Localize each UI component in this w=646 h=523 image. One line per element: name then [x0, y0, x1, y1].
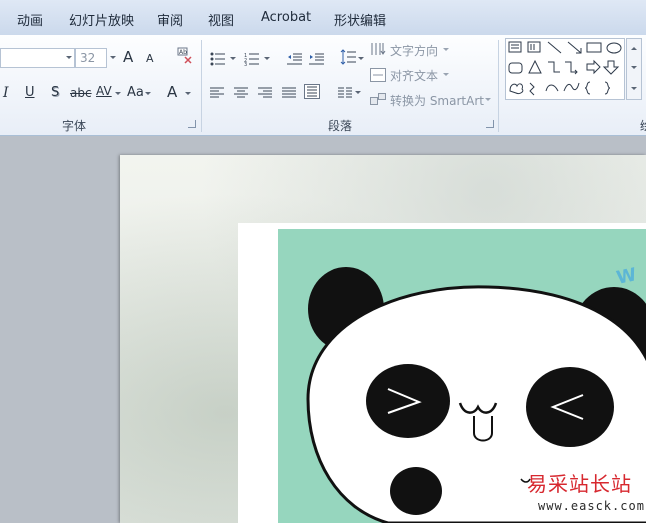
chevron-down-icon[interactable]: [358, 57, 364, 60]
columns-icon[interactable]: [338, 85, 352, 104]
underline-button[interactable]: U: [25, 85, 35, 100]
numbering-icon[interactable]: 123: [244, 51, 260, 70]
chevron-down-icon[interactable]: [485, 98, 491, 101]
text-direction-button[interactable]: 文字方向: [390, 42, 438, 59]
gallery-more-icon[interactable]: [631, 87, 637, 90]
font-dialog-launcher[interactable]: [188, 120, 196, 128]
font-color-button[interactable]: A: [167, 83, 177, 101]
decrease-indent-icon[interactable]: [287, 51, 302, 70]
clear-format-icon[interactable]: Ab: [176, 46, 194, 64]
watermark-site-name: 易采站长站: [527, 472, 632, 496]
tab-view[interactable]: 视图: [208, 10, 234, 29]
char-spacing-button[interactable]: AV: [96, 84, 112, 98]
chevron-down-icon[interactable]: [443, 73, 449, 76]
convert-smartart-button[interactable]: 转换为 SmartArt: [390, 92, 484, 109]
align-center-icon[interactable]: [234, 85, 248, 104]
strikethrough-button[interactable]: abc: [70, 86, 92, 100]
font-group-label: 字体: [62, 119, 87, 133]
tab-animation[interactable]: 动画: [17, 10, 43, 29]
shrink-font-button[interactable]: A: [146, 52, 154, 65]
increase-indent-icon[interactable]: [309, 51, 324, 70]
change-case-button[interactable]: Aa: [127, 85, 144, 100]
shapes-gallery-scroll[interactable]: [626, 38, 642, 100]
chevron-down-icon[interactable]: [264, 57, 270, 60]
bullets-icon[interactable]: [210, 51, 226, 70]
font-size-box[interactable]: 32: [75, 48, 107, 68]
align-right-icon[interactable]: [258, 85, 272, 104]
svg-text:W: W: [615, 264, 639, 289]
align-text-button[interactable]: 对齐文本: [390, 67, 438, 84]
group-separator: [498, 40, 499, 132]
align-left-icon[interactable]: [210, 85, 224, 104]
shadow-button[interactable]: S: [51, 85, 59, 100]
chevron-down-icon[interactable]: [230, 57, 236, 60]
chevron-down-icon[interactable]: [145, 92, 151, 95]
tab-acrobat[interactable]: Acrobat: [261, 10, 311, 25]
ribbon-tab-bar: 动画 幻灯片放映 审阅 视图 Acrobat 形状编辑: [0, 0, 646, 36]
paragraph-group-label: 段落: [328, 119, 353, 133]
chevron-down-icon[interactable]: [443, 48, 449, 51]
chevron-down-icon[interactable]: [185, 92, 191, 95]
text-direction-icon: [370, 41, 386, 61]
line-spacing-icon[interactable]: [340, 49, 356, 69]
chevron-down-icon[interactable]: [66, 56, 72, 59]
chevron-down-icon[interactable]: [355, 91, 361, 94]
chevron-down-icon[interactable]: [110, 56, 116, 59]
shapes-gallery[interactable]: [505, 38, 625, 100]
svg-text:Ab: Ab: [179, 49, 187, 56]
smartart-icon: [370, 92, 386, 111]
tab-review[interactable]: 审阅: [157, 10, 183, 29]
tab-shape-edit[interactable]: 形状编辑: [334, 10, 386, 29]
align-text-icon: [370, 67, 386, 86]
svg-text:3: 3: [244, 62, 247, 66]
chevron-up-icon[interactable]: [631, 47, 637, 50]
watermark-url: www.easck.com: [538, 499, 645, 513]
font-size-value: 32: [80, 51, 96, 65]
font-name-box[interactable]: [0, 48, 75, 68]
group-separator: [201, 40, 202, 132]
tab-slideshow[interactable]: 幻灯片放映: [69, 10, 134, 29]
grow-font-button[interactable]: A: [123, 48, 133, 66]
distributed-icon[interactable]: [304, 84, 320, 103]
chevron-down-icon[interactable]: [631, 66, 637, 69]
drawing-group-label: 绘: [640, 117, 646, 134]
chevron-down-icon[interactable]: [115, 92, 121, 95]
italic-button[interactable]: I: [3, 85, 9, 101]
paragraph-dialog-launcher[interactable]: [486, 120, 494, 128]
justify-icon[interactable]: [282, 85, 296, 104]
